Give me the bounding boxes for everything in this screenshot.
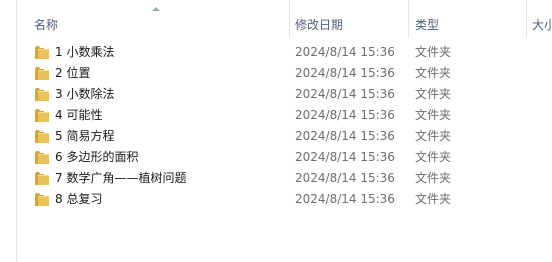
file-row[interactable]: 7 数学广角——植树问题 2024/8/14 15:36 文件夹 <box>17 168 552 189</box>
column-header-name[interactable]: 名称 <box>17 0 290 38</box>
column-header-name-label: 名称 <box>34 18 59 32</box>
file-date: 2024/8/14 15:36 <box>295 150 395 164</box>
file-name: 5 简易方程 <box>55 129 115 143</box>
file-date: 2024/8/14 15:36 <box>295 87 395 101</box>
file-name: 3 小数除法 <box>55 87 115 101</box>
file-name: 4 可能性 <box>55 108 103 122</box>
file-row[interactable]: 2 位置 2024/8/14 15:36 文件夹 <box>17 63 552 84</box>
file-date: 2024/8/14 15:36 <box>295 108 395 122</box>
file-date: 2024/8/14 15:36 <box>295 129 395 143</box>
file-type: 文件夹 <box>415 87 452 101</box>
file-row[interactable]: 6 多边形的面积 2024/8/14 15:36 文件夹 <box>17 147 552 168</box>
folder-icon <box>35 88 49 101</box>
file-type: 文件夹 <box>415 66 452 80</box>
file-date: 2024/8/14 15:36 <box>295 45 395 59</box>
file-name: 1 小数乘法 <box>55 45 115 59</box>
sort-ascending-icon <box>152 7 160 11</box>
column-header-date[interactable]: 修改日期 <box>290 0 409 38</box>
file-type: 文件夹 <box>415 192 452 206</box>
file-date: 2024/8/14 15:36 <box>295 66 395 80</box>
column-header-type[interactable]: 类型 <box>409 0 527 38</box>
file-row[interactable]: 8 总复习 2024/8/14 15:36 文件夹 <box>17 189 552 210</box>
folder-icon <box>35 67 49 80</box>
folder-icon <box>35 151 49 164</box>
file-name: 2 位置 <box>55 66 91 80</box>
file-type: 文件夹 <box>415 129 452 143</box>
column-header-size-label: 大小 <box>532 18 552 32</box>
column-header-date-label: 修改日期 <box>295 18 344 32</box>
file-row[interactable]: 3 小数除法 2024/8/14 15:36 文件夹 <box>17 84 552 105</box>
file-name: 8 总复习 <box>55 192 103 206</box>
folder-icon <box>35 46 49 59</box>
file-type: 文件夹 <box>415 171 452 185</box>
file-explorer: 名称 修改日期 类型 大小 1 小数乘法 2024/8/14 15:36 文件夹… <box>0 0 552 262</box>
file-type: 文件夹 <box>415 150 452 164</box>
navigation-pane-edge <box>0 0 17 262</box>
file-name: 7 数学广角——植树问题 <box>55 171 187 185</box>
file-type: 文件夹 <box>415 45 452 59</box>
file-row[interactable]: 4 可能性 2024/8/14 15:36 文件夹 <box>17 105 552 126</box>
folder-icon <box>35 130 49 143</box>
column-header-type-label: 类型 <box>415 18 440 32</box>
file-type: 文件夹 <box>415 108 452 122</box>
file-date: 2024/8/14 15:36 <box>295 171 395 185</box>
folder-icon <box>35 172 49 185</box>
file-date: 2024/8/14 15:36 <box>295 192 395 206</box>
file-row[interactable]: 5 简易方程 2024/8/14 15:36 文件夹 <box>17 126 552 147</box>
column-header-size[interactable]: 大小 <box>527 0 552 38</box>
folder-icon <box>35 109 49 122</box>
file-row[interactable]: 1 小数乘法 2024/8/14 15:36 文件夹 <box>17 42 552 63</box>
file-name: 6 多边形的面积 <box>55 150 139 164</box>
column-header-bar: 名称 修改日期 类型 大小 <box>17 0 552 38</box>
file-list: 1 小数乘法 2024/8/14 15:36 文件夹 2 位置 2024/8/1… <box>17 42 552 210</box>
folder-icon <box>35 193 49 206</box>
